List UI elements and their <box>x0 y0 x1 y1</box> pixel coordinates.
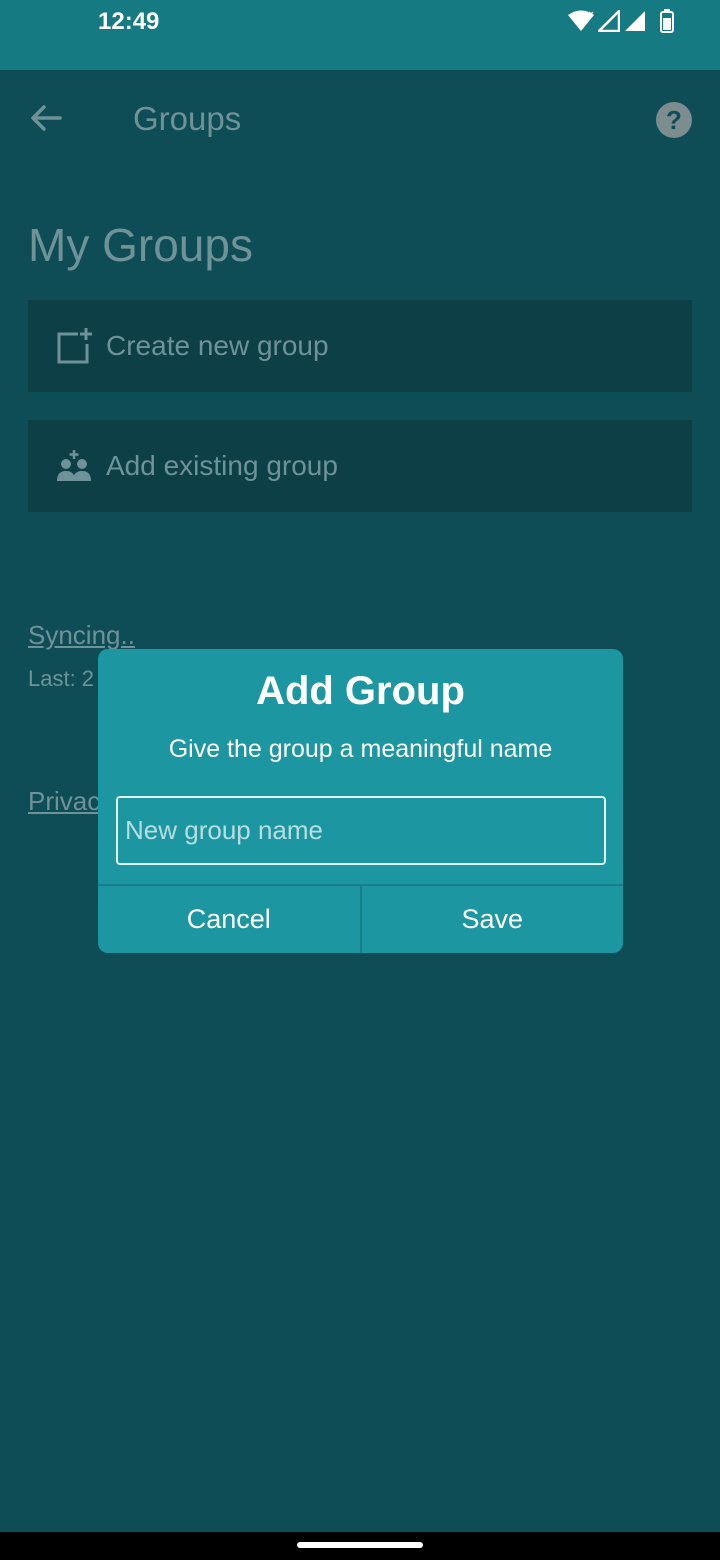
group-add-icon <box>54 446 94 486</box>
status-time: 12:49 <box>98 8 160 35</box>
add-existing-group-button[interactable]: Add existing group <box>28 420 692 512</box>
cancel-button[interactable]: Cancel <box>98 886 362 953</box>
help-button[interactable]: ? <box>656 102 692 138</box>
add-group-dialog: Add Group Give the group a meaningful na… <box>98 649 623 953</box>
privacy-link[interactable]: Privac <box>28 786 100 817</box>
my-groups-heading: My Groups <box>28 219 253 271</box>
navigation-bar <box>0 1532 720 1560</box>
groups-screen: Groups ? My Groups Create new group Add … <box>0 70 720 1532</box>
status-icons <box>568 7 674 38</box>
last-sync-text: Last: 2 <box>28 666 95 691</box>
group-name-input[interactable] <box>116 796 606 865</box>
page-title: Groups <box>133 100 242 137</box>
add-existing-group-label: Add existing group <box>106 450 338 481</box>
dialog-subtitle: Give the group a meaningful name <box>168 735 553 763</box>
signal-icon <box>595 7 621 37</box>
home-gesture-handle[interactable] <box>297 1542 423 1548</box>
save-button[interactable]: Save <box>362 886 624 953</box>
syncing-link[interactable]: Syncing.. <box>28 620 135 651</box>
battery-icon <box>660 9 674 38</box>
add-box-icon <box>54 326 94 366</box>
help-circle-icon: ? <box>666 104 682 135</box>
signal-icon <box>624 10 646 37</box>
arrow-left-icon <box>30 104 62 137</box>
dialog-button-bar: Cancel Save <box>98 884 623 953</box>
dialog-title: Add Group <box>256 669 465 713</box>
create-new-group-label: Create new group <box>106 330 329 361</box>
back-button[interactable] <box>24 100 68 140</box>
app-bar: Groups ? <box>0 70 720 170</box>
status-bar: 12:49 <box>0 0 720 70</box>
create-new-group-button[interactable]: Create new group <box>28 300 692 392</box>
wifi-icon <box>568 10 594 37</box>
